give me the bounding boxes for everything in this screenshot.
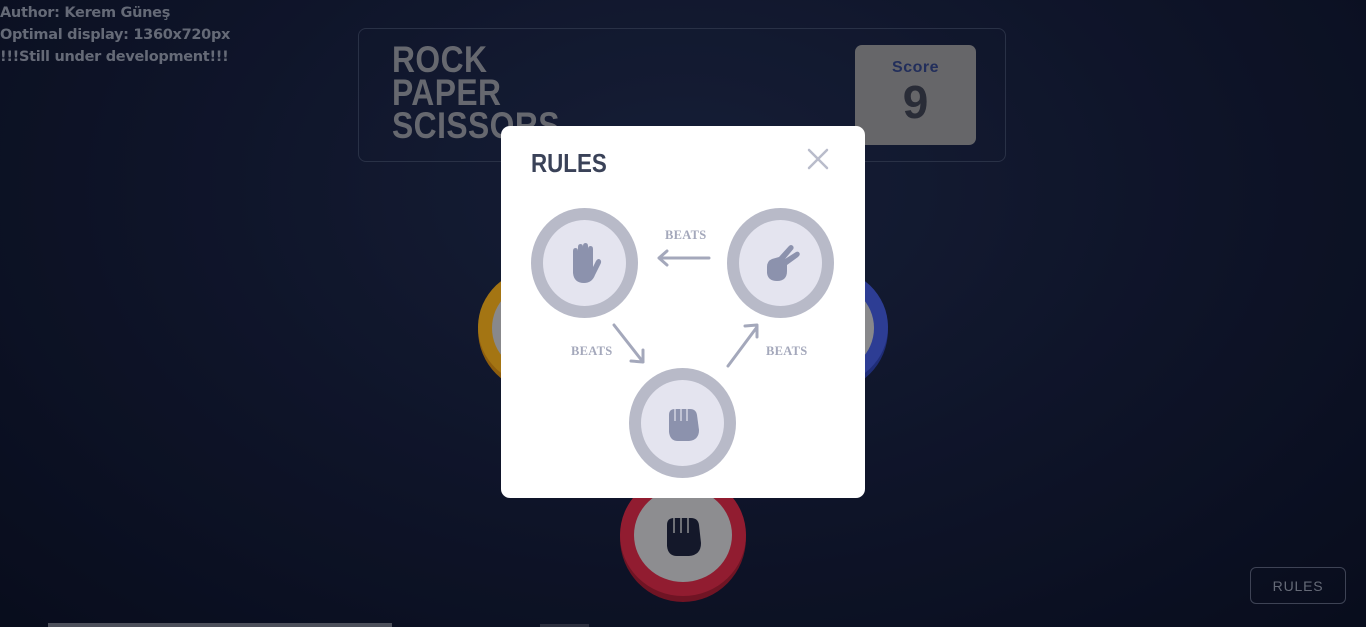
modal-title: RULES <box>531 148 607 178</box>
beats-label-left: BEATS <box>571 344 613 358</box>
rock-icon <box>668 409 699 441</box>
beats-label-right: BEATS <box>766 344 808 358</box>
rules-modal: RULES BEATS BEATS BEATS <box>501 126 865 498</box>
arrow-up-right-icon <box>726 323 759 368</box>
close-icon[interactable] <box>807 148 829 170</box>
beats-label-top: BEATS <box>665 228 707 242</box>
rules-scissors-token <box>727 208 834 318</box>
rules-rock-token <box>629 368 736 478</box>
scissors-icon <box>766 245 800 281</box>
paper-icon <box>572 243 601 283</box>
arrow-left-icon <box>657 249 711 267</box>
rules-paper-token <box>531 208 638 318</box>
arrow-down-right-icon <box>612 323 645 364</box>
